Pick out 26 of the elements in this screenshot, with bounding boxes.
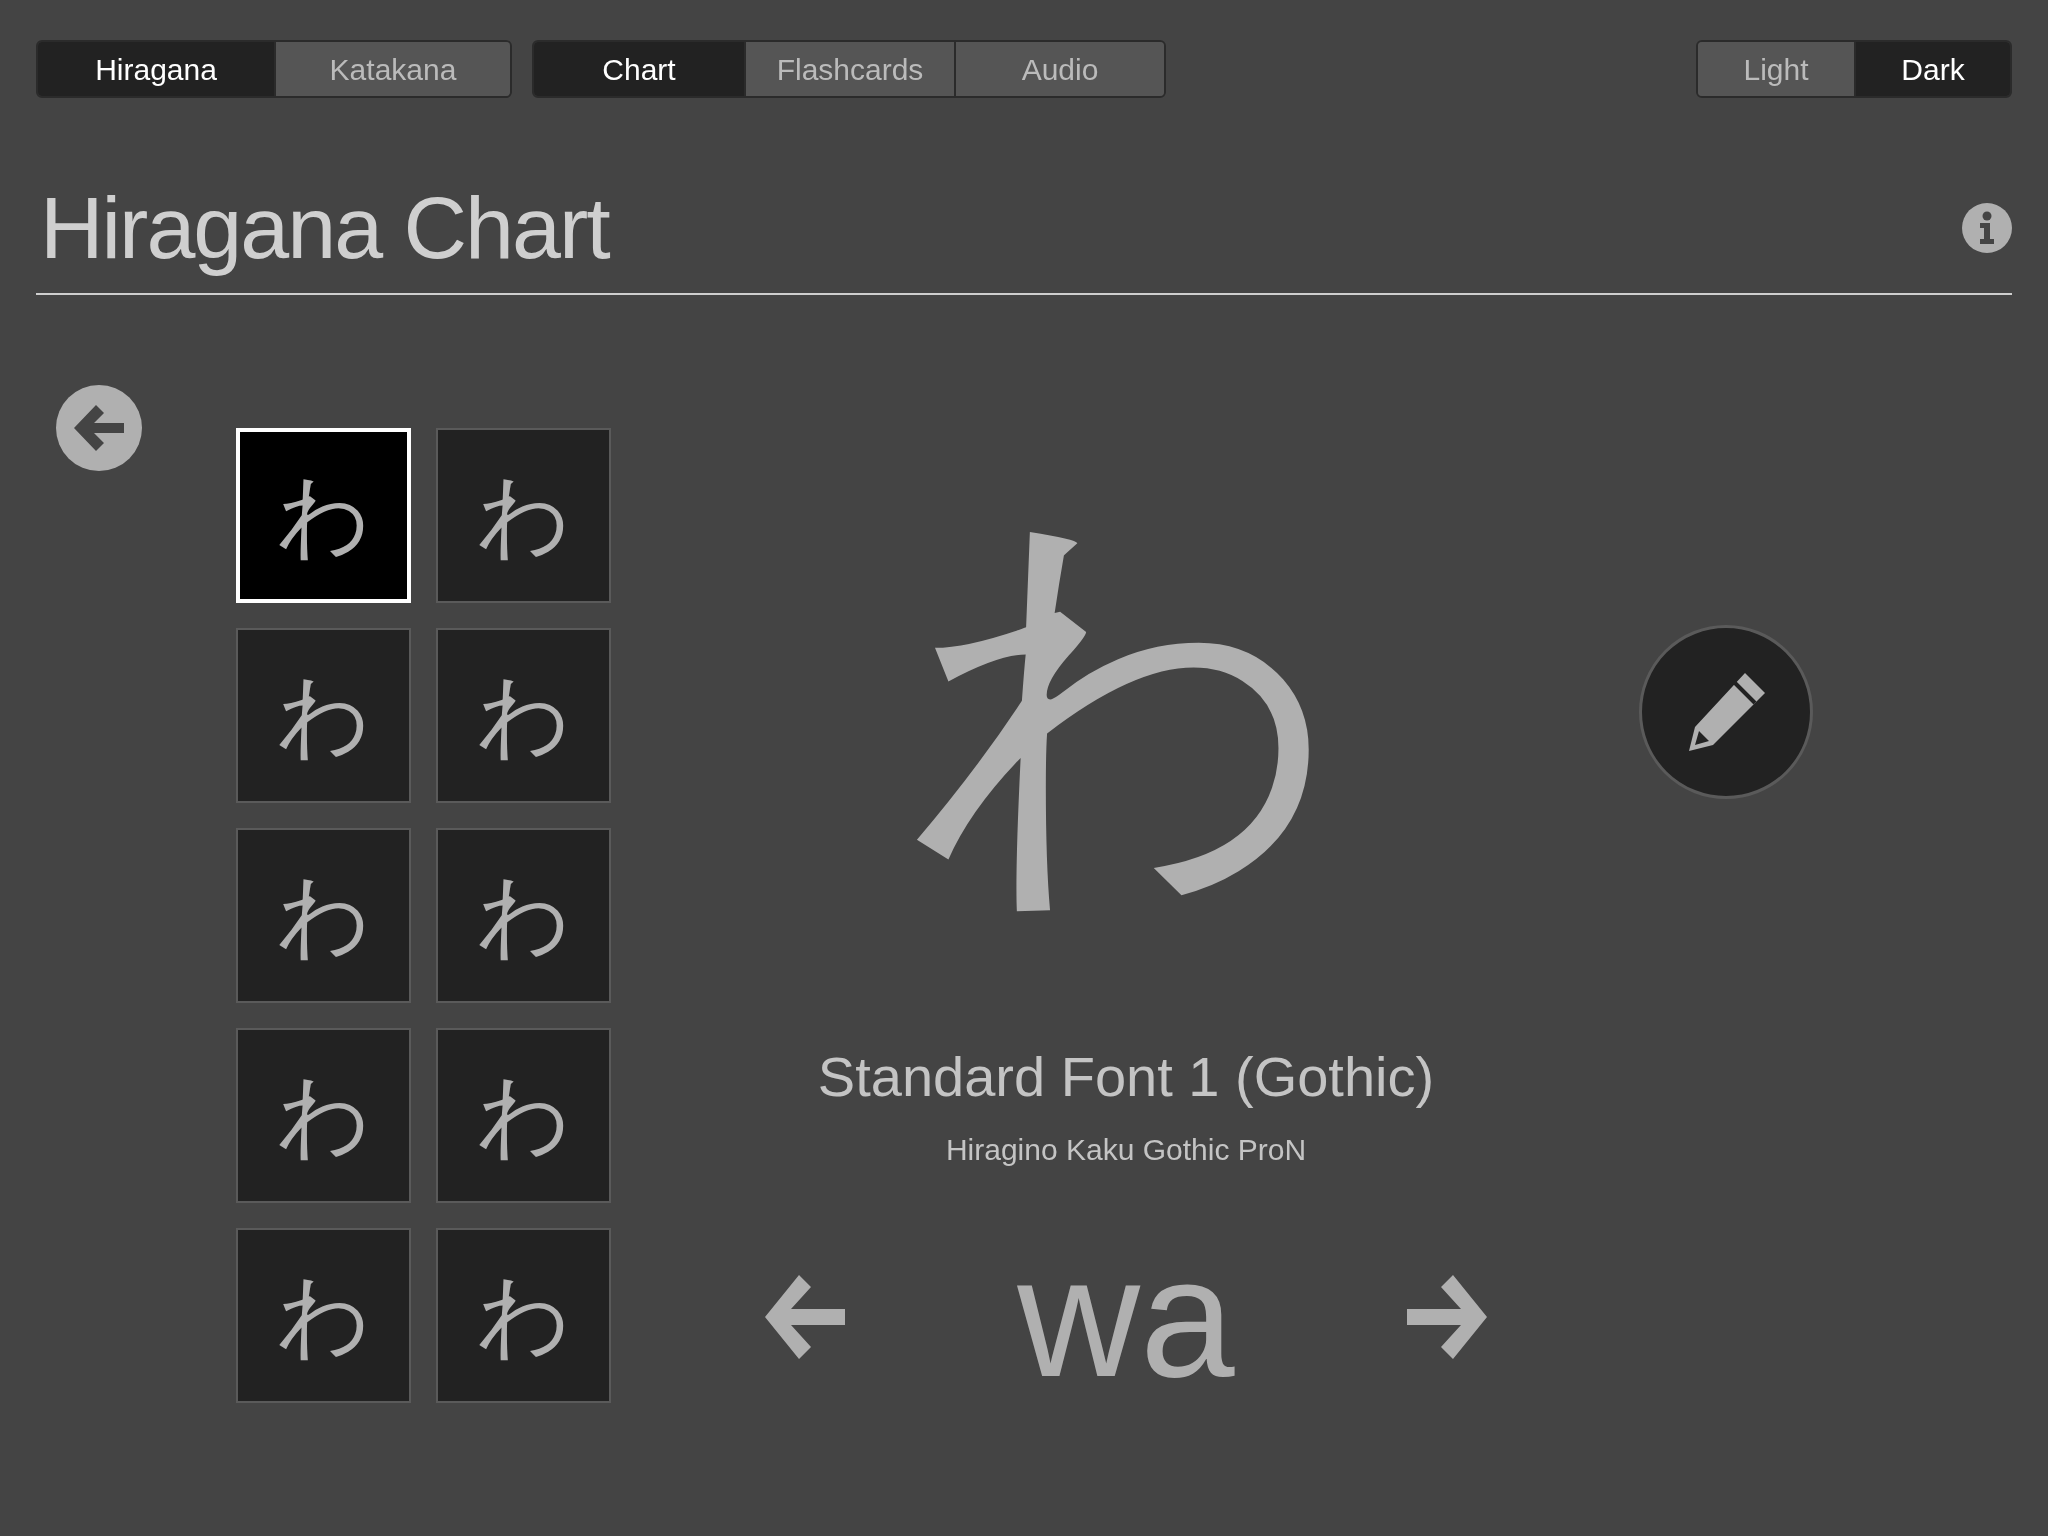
- glyph-tile[interactable]: わ: [436, 1228, 611, 1403]
- character-glyph: わ: [906, 485, 1346, 915]
- segment-tab[interactable]: Chart: [534, 42, 744, 96]
- glyph-tile[interactable]: わ: [236, 1228, 411, 1403]
- font-family-name: Hiragino Kaku Gothic ProN: [945, 1132, 1307, 1168]
- segment-tab[interactable]: Audio: [954, 42, 1164, 96]
- segment-tab[interactable]: Dark: [1854, 42, 2010, 96]
- glyph-tile[interactable]: わ: [436, 428, 611, 603]
- glyph-tile[interactable]: わ: [236, 628, 411, 803]
- romaji-label: wa: [1017, 1232, 1235, 1402]
- font-name: Standard Font 1 (Gothic): [817, 1044, 1435, 1110]
- glyph-tile[interactable]: わ: [436, 828, 611, 1003]
- glyph-tile[interactable]: わ: [236, 828, 411, 1003]
- segment-tab[interactable]: Hiragana: [38, 42, 274, 96]
- info-icon[interactable]: [1962, 203, 2012, 253]
- previous-arrow-icon[interactable]: [763, 1273, 848, 1361]
- back-icon[interactable]: [56, 385, 142, 471]
- glyph-tile[interactable]: わ: [436, 1028, 611, 1203]
- glyph-tile[interactable]: わ: [236, 1028, 411, 1203]
- glyph-tile[interactable]: わ: [236, 428, 411, 603]
- glyph-tile[interactable]: わ: [436, 628, 611, 803]
- segment-tab[interactable]: Flashcards: [744, 42, 954, 96]
- page-title: Hiragana Chart: [40, 177, 609, 279]
- next-arrow-icon[interactable]: [1404, 1273, 1489, 1361]
- segment-tab[interactable]: Katakana: [274, 42, 510, 96]
- segment-tab[interactable]: Light: [1698, 42, 1854, 96]
